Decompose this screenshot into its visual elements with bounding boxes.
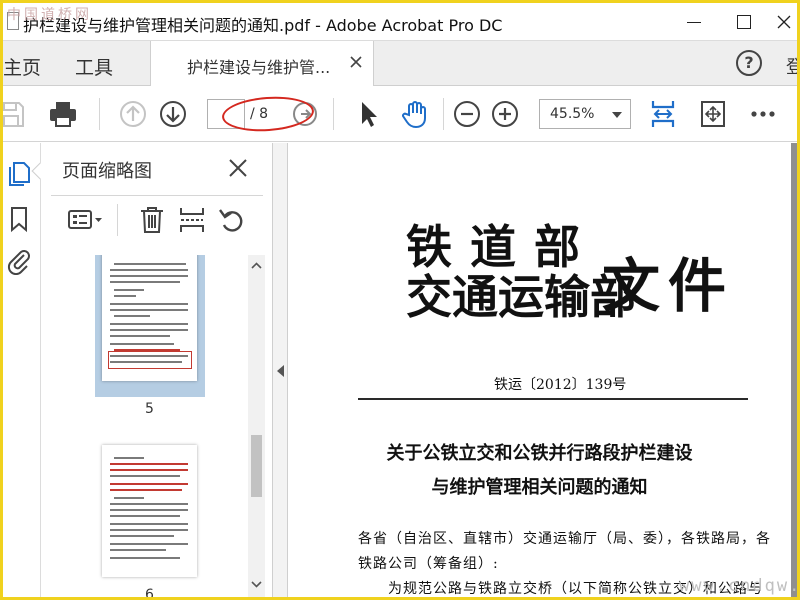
thumbnail-page-number: 5 [145,401,154,417]
cursor-arrow-icon [362,102,377,127]
thumbnail-list: 5 6 [41,255,273,597]
panel-title: 页面缩略图 [62,161,152,182]
document-kind: 文件 [602,252,735,320]
panel-close-icon[interactable] [227,157,249,179]
close-icon [777,15,791,29]
rotate-icon[interactable] [217,204,247,236]
collapse-arrow-icon [277,365,284,377]
body-line-1: 各省（自治区、直辖市）交通运输厅（局、委），各铁路局，各 [358,531,771,547]
help-button[interactable]: ? [736,50,762,76]
main-toolbar: / 8 45.5% [3,86,797,142]
arrow-up-circle-icon [120,101,146,127]
page-thumbnails-icon[interactable] [5,159,33,187]
chevron-down-icon[interactable] [249,577,264,591]
tab-tools[interactable]: 工具 [75,53,113,80]
thumbnail-page-5[interactable] [102,255,197,381]
tab-bar: 主页 工具 护栏建设与维护管... ? 登 [3,41,797,86]
body-line-2: 铁路公司（筹备组）: [358,556,499,572]
document-number: 铁运〔2012〕139号 [494,377,627,393]
save-button[interactable] [3,98,27,130]
expand-icon [701,101,725,127]
chevron-down-icon [612,112,622,118]
save-icon [3,102,24,127]
attachment-icon[interactable] [5,247,33,275]
more-tools-button[interactable] [747,98,779,130]
document-page: 铁道部 交通运输部 文件 铁运〔2012〕139号 关于公铁立交和公铁并行路段护… [288,143,791,597]
toolbar-divider [99,98,100,130]
arrow-down-circle-icon [160,101,186,127]
printer-icon [50,102,76,127]
title-bar: 护栏建设与维护管理相关问题的通知.pdf - Adobe Acrobat Pro… [3,3,797,41]
zoom-level-dropdown[interactable]: 45.5% [539,99,631,129]
panel-collapse-strip[interactable] [273,143,288,597]
maximize-button[interactable] [729,9,759,35]
fit-width-icon [651,101,675,127]
minimize-button[interactable] [679,9,709,35]
fit-page-button[interactable] [647,98,679,130]
thumbnail-toolbar [51,195,263,245]
thumbnail-scrollbar[interactable] [248,255,265,597]
previous-page-button[interactable] [117,98,149,130]
toolbar-divider [117,204,118,236]
hand-icon [402,101,426,129]
bookmark-icon[interactable] [5,205,33,233]
watermark-bottom-right: www.cndqw.com [679,576,797,596]
thumbnail-page-6[interactable] [102,445,197,577]
plus-circle-icon [492,101,518,127]
zoom-out-button[interactable] [451,98,483,130]
next-page-button[interactable] [157,98,189,130]
sign-in-link[interactable]: 登 [786,53,797,79]
hand-tool-button[interactable] [399,98,431,130]
select-tool-button[interactable] [353,98,385,130]
document-viewport[interactable]: 铁道部 交通运输部 文件 铁运〔2012〕139号 关于公铁立交和公铁并行路段护… [288,143,797,597]
headline-line-2: 与维护管理相关问题的通知 [431,477,648,498]
acrobat-window: 护栏建设与维护管理相关问题的通知.pdf - Adobe Acrobat Pro… [3,3,797,597]
extract-page-icon[interactable] [177,204,207,236]
thumbnail-options-icon[interactable] [67,204,105,236]
more-dots-icon [751,111,775,117]
zoom-in-button[interactable] [489,98,521,130]
minus-circle-icon [454,101,480,127]
header-rule [358,398,748,400]
zoom-value: 45.5% [550,106,595,122]
delete-icon[interactable] [137,204,167,236]
tab-close-icon[interactable] [349,55,363,69]
thumbnail-panel: 页面缩略图 5 6 [31,143,273,597]
full-screen-button[interactable] [697,98,729,130]
close-window-button[interactable] [769,9,797,35]
document-tab-label: 护栏建设与维护管... [187,58,331,77]
headline-line-1: 关于公铁立交和公铁并行路段护栏建设 [386,443,693,464]
tab-document[interactable]: 护栏建设与维护管... [150,41,374,86]
thumbnail-page-number: 6 [145,587,154,597]
toolbar-divider [443,98,444,130]
tab-home[interactable]: 主页 [3,53,41,80]
scrollbar-thumb[interactable] [251,435,262,497]
toolbar-divider [333,98,334,130]
window-title: 护栏建设与维护管理相关问题的通知.pdf - Adobe Acrobat Pro… [23,16,503,35]
print-button[interactable] [47,98,79,130]
chevron-up-icon[interactable] [249,259,264,273]
watermark-top-left: 中国道桥网 [7,7,92,23]
left-rail [3,143,41,597]
issuer-line-1: 铁道部 [406,220,598,274]
